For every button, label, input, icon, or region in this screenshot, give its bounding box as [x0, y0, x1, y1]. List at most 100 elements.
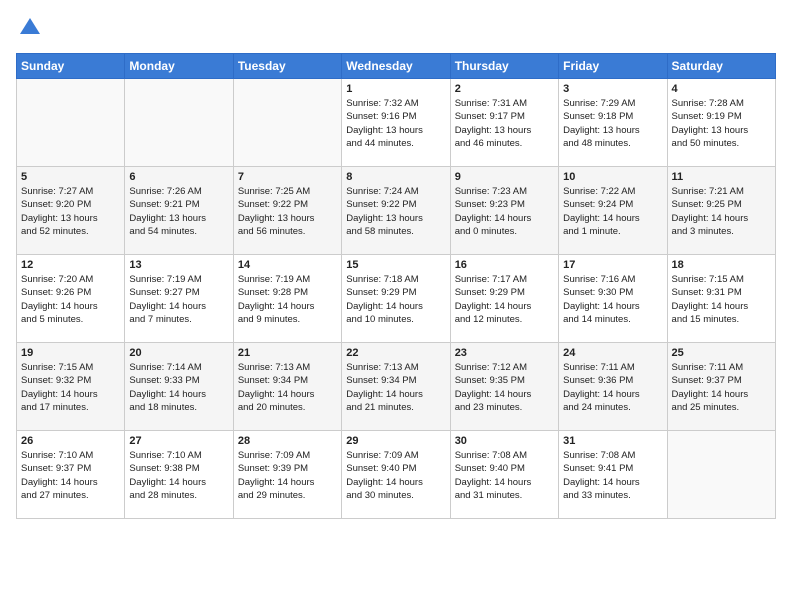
day-info: Sunrise: 7:32 AM Sunset: 9:16 PM Dayligh…	[346, 97, 445, 150]
day-number: 8	[346, 171, 445, 183]
day-info: Sunrise: 7:15 AM Sunset: 9:32 PM Dayligh…	[21, 361, 120, 414]
day-number: 24	[563, 347, 662, 359]
day-number: 16	[455, 259, 554, 271]
day-info: Sunrise: 7:15 AM Sunset: 9:31 PM Dayligh…	[672, 273, 771, 326]
day-info: Sunrise: 7:19 AM Sunset: 9:27 PM Dayligh…	[129, 273, 228, 326]
day-info: Sunrise: 7:13 AM Sunset: 9:34 PM Dayligh…	[238, 361, 337, 414]
calendar-cell: 30 Sunrise: 7:08 AM Sunset: 9:40 PM Dayli…	[450, 431, 558, 519]
day-info: Sunrise: 7:09 AM Sunset: 9:39 PM Dayligh…	[238, 449, 337, 502]
day-info: Sunrise: 7:21 AM Sunset: 9:25 PM Dayligh…	[672, 185, 771, 238]
day-number: 14	[238, 259, 337, 271]
calendar-cell: 22Sunrise: 7:13 AM Sunset: 9:34 PM Dayli…	[342, 343, 450, 431]
column-header-thursday: Thursday	[450, 54, 558, 79]
calendar-cell	[667, 431, 775, 519]
day-number: 26	[21, 435, 120, 447]
calendar-cell: 23 Sunrise: 7:12 AM Sunset: 9:35 PM Dayli…	[450, 343, 558, 431]
page-header	[16, 16, 776, 45]
day-number: 5	[21, 171, 120, 183]
calendar-cell: 28 Sunrise: 7:09 AM Sunset: 9:39 PM Dayli…	[233, 431, 341, 519]
column-header-saturday: Saturday	[667, 54, 775, 79]
day-info: Sunrise: 7:26 AM Sunset: 9:21 PM Dayligh…	[129, 185, 228, 238]
calendar-week-1: 1 Sunrise: 7:32 AM Sunset: 9:16 PM Daylig…	[17, 79, 776, 167]
day-info: Sunrise: 7:17 AM Sunset: 9:29 PM Dayligh…	[455, 273, 554, 326]
calendar-cell: 11 Sunrise: 7:21 AM Sunset: 9:25 PM Dayli…	[667, 167, 775, 255]
day-number: 28	[238, 435, 337, 447]
day-info: Sunrise: 7:09 AM Sunset: 9:40 PM Dayligh…	[346, 449, 445, 502]
calendar-cell: 2 Sunrise: 7:31 AM Sunset: 9:17 PM Daylig…	[450, 79, 558, 167]
day-number: 19	[21, 347, 120, 359]
column-header-sunday: Sunday	[17, 54, 125, 79]
day-number: 22	[346, 347, 445, 359]
day-number: 10	[563, 171, 662, 183]
day-number: 12	[21, 259, 120, 271]
day-info: Sunrise: 7:12 AM Sunset: 9:35 PM Dayligh…	[455, 361, 554, 414]
day-number: 3	[563, 83, 662, 95]
calendar-cell: 31Sunrise: 7:08 AM Sunset: 9:41 PM Dayli…	[559, 431, 667, 519]
day-number: 6	[129, 171, 228, 183]
day-number: 27	[129, 435, 228, 447]
day-number: 31	[563, 435, 662, 447]
day-info: Sunrise: 7:23 AM Sunset: 9:23 PM Dayligh…	[455, 185, 554, 238]
day-info: Sunrise: 7:16 AM Sunset: 9:30 PM Dayligh…	[563, 273, 662, 326]
day-info: Sunrise: 7:10 AM Sunset: 9:38 PM Dayligh…	[129, 449, 228, 502]
calendar-cell: 19 Sunrise: 7:15 AM Sunset: 9:32 PM Dayli…	[17, 343, 125, 431]
day-info: Sunrise: 7:22 AM Sunset: 9:24 PM Dayligh…	[563, 185, 662, 238]
calendar-cell: 26 Sunrise: 7:10 AM Sunset: 9:37 PM Dayli…	[17, 431, 125, 519]
day-number: 20	[129, 347, 228, 359]
day-info: Sunrise: 7:10 AM Sunset: 9:37 PM Dayligh…	[21, 449, 120, 502]
column-header-wednesday: Wednesday	[342, 54, 450, 79]
calendar-week-2: 5 Sunrise: 7:27 AM Sunset: 9:20 PM Daylig…	[17, 167, 776, 255]
day-number: 7	[238, 171, 337, 183]
calendar-cell: 24 Sunrise: 7:11 AM Sunset: 9:36 PM Dayli…	[559, 343, 667, 431]
calendar-table: SundayMondayTuesdayWednesdayThursdayFrid…	[16, 53, 776, 519]
day-info: Sunrise: 7:19 AM Sunset: 9:28 PM Dayligh…	[238, 273, 337, 326]
day-number: 4	[672, 83, 771, 95]
day-number: 1	[346, 83, 445, 95]
day-number: 9	[455, 171, 554, 183]
day-number: 23	[455, 347, 554, 359]
day-info: Sunrise: 7:28 AM Sunset: 9:19 PM Dayligh…	[672, 97, 771, 150]
day-info: Sunrise: 7:20 AM Sunset: 9:26 PM Dayligh…	[21, 273, 120, 326]
calendar-cell: 16 Sunrise: 7:17 AM Sunset: 9:29 PM Dayli…	[450, 255, 558, 343]
calendar-cell: 17Sunrise: 7:16 AM Sunset: 9:30 PM Dayli…	[559, 255, 667, 343]
day-info: Sunrise: 7:18 AM Sunset: 9:29 PM Dayligh…	[346, 273, 445, 326]
day-info: Sunrise: 7:24 AM Sunset: 9:22 PM Dayligh…	[346, 185, 445, 238]
logo-text	[16, 16, 42, 45]
calendar-cell: 15Sunrise: 7:18 AM Sunset: 9:29 PM Dayli…	[342, 255, 450, 343]
calendar-cell: 3 Sunrise: 7:29 AM Sunset: 9:18 PM Daylig…	[559, 79, 667, 167]
day-number: 25	[672, 347, 771, 359]
day-info: Sunrise: 7:29 AM Sunset: 9:18 PM Dayligh…	[563, 97, 662, 150]
day-number: 13	[129, 259, 228, 271]
day-number: 11	[672, 171, 771, 183]
column-header-tuesday: Tuesday	[233, 54, 341, 79]
day-number: 2	[455, 83, 554, 95]
calendar-cell	[125, 79, 233, 167]
calendar-cell: 18 Sunrise: 7:15 AM Sunset: 9:31 PM Dayli…	[667, 255, 775, 343]
day-number: 18	[672, 259, 771, 271]
day-info: Sunrise: 7:08 AM Sunset: 9:40 PM Dayligh…	[455, 449, 554, 502]
calendar-cell: 9 Sunrise: 7:23 AM Sunset: 9:23 PM Daylig…	[450, 167, 558, 255]
logo	[16, 16, 42, 45]
day-number: 21	[238, 347, 337, 359]
day-info: Sunrise: 7:11 AM Sunset: 9:36 PM Dayligh…	[563, 361, 662, 414]
day-number: 30	[455, 435, 554, 447]
day-number: 29	[346, 435, 445, 447]
day-info: Sunrise: 7:31 AM Sunset: 9:17 PM Dayligh…	[455, 97, 554, 150]
calendar-week-4: 19 Sunrise: 7:15 AM Sunset: 9:32 PM Dayli…	[17, 343, 776, 431]
calendar-cell: 29 Sunrise: 7:09 AM Sunset: 9:40 PM Dayli…	[342, 431, 450, 519]
calendar-cell: 12 Sunrise: 7:20 AM Sunset: 9:26 PM Dayli…	[17, 255, 125, 343]
calendar-cell: 4 Sunrise: 7:28 AM Sunset: 9:19 PM Daylig…	[667, 79, 775, 167]
calendar-cell: 5 Sunrise: 7:27 AM Sunset: 9:20 PM Daylig…	[17, 167, 125, 255]
calendar-cell	[17, 79, 125, 167]
column-header-monday: Monday	[125, 54, 233, 79]
day-info: Sunrise: 7:14 AM Sunset: 9:33 PM Dayligh…	[129, 361, 228, 414]
calendar-cell: 21 Sunrise: 7:13 AM Sunset: 9:34 PM Dayli…	[233, 343, 341, 431]
day-info: Sunrise: 7:11 AM Sunset: 9:37 PM Dayligh…	[672, 361, 771, 414]
calendar-cell	[233, 79, 341, 167]
calendar-week-5: 26 Sunrise: 7:10 AM Sunset: 9:37 PM Dayli…	[17, 431, 776, 519]
day-info: Sunrise: 7:27 AM Sunset: 9:20 PM Dayligh…	[21, 185, 120, 238]
calendar-cell: 27 Sunrise: 7:10 AM Sunset: 9:38 PM Dayli…	[125, 431, 233, 519]
calendar-week-3: 12 Sunrise: 7:20 AM Sunset: 9:26 PM Dayli…	[17, 255, 776, 343]
day-info: Sunrise: 7:25 AM Sunset: 9:22 PM Dayligh…	[238, 185, 337, 238]
calendar-cell: 20 Sunrise: 7:14 AM Sunset: 9:33 PM Dayli…	[125, 343, 233, 431]
